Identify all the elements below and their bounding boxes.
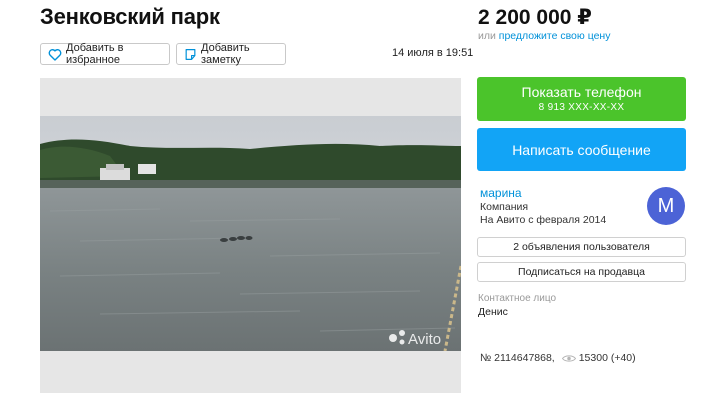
offer-price-link[interactable]: предложите свою цену [499, 30, 611, 42]
contact-person-name: Денис [478, 306, 508, 318]
seller-name-link[interactable]: марина [480, 186, 522, 200]
listing-photo[interactable]: Avito [40, 116, 461, 351]
ad-meta: № 2114647868, 15300 (+40) [480, 352, 636, 364]
subscribe-seller-button[interactable]: Подписаться на продавца [477, 262, 686, 282]
show-phone-label: Показать телефон [521, 84, 642, 100]
note-icon [185, 48, 196, 60]
masked-phone: 8 913 XXX-XX-XX [538, 102, 625, 113]
write-message-button[interactable]: Написать сообщение [477, 128, 686, 171]
photo-gallery[interactable]: Avito [40, 78, 461, 393]
seller-type: Компания [480, 201, 529, 213]
publish-date: 14 июля в 19:51 [392, 47, 474, 59]
add-note-label: Добавить заметку [201, 42, 250, 66]
offer-prefix: или [478, 30, 496, 42]
add-to-favorites-button[interactable]: Добавить в избранное [40, 42, 170, 66]
heart-icon [48, 48, 62, 61]
add-to-favorites-label: Добавить в избранное [66, 42, 124, 66]
show-phone-button[interactable]: Показать телефон 8 913 XXX-XX-XX [477, 77, 686, 121]
seller-since: На Авито с февраля 2014 [480, 214, 607, 226]
views-counter: 15300 (+40) [561, 352, 636, 364]
page-title: Зенковский парк [40, 4, 220, 29]
watermark-text: Avito [408, 331, 441, 348]
offer-price-line: или предложите свою цену [478, 30, 610, 42]
seller-avatar[interactable]: М [647, 187, 685, 225]
price: 2 200 000 ₽ [478, 6, 592, 29]
views-count: 15300 (+40) [578, 352, 636, 364]
user-ads-button[interactable]: 2 объявления пользователя [477, 237, 686, 257]
ad-number: № 2114647868, [480, 352, 555, 364]
add-note-button[interactable]: Добавить заметку [176, 42, 286, 66]
contact-person-label: Контактное лицо [478, 293, 557, 304]
eye-icon [561, 354, 576, 362]
